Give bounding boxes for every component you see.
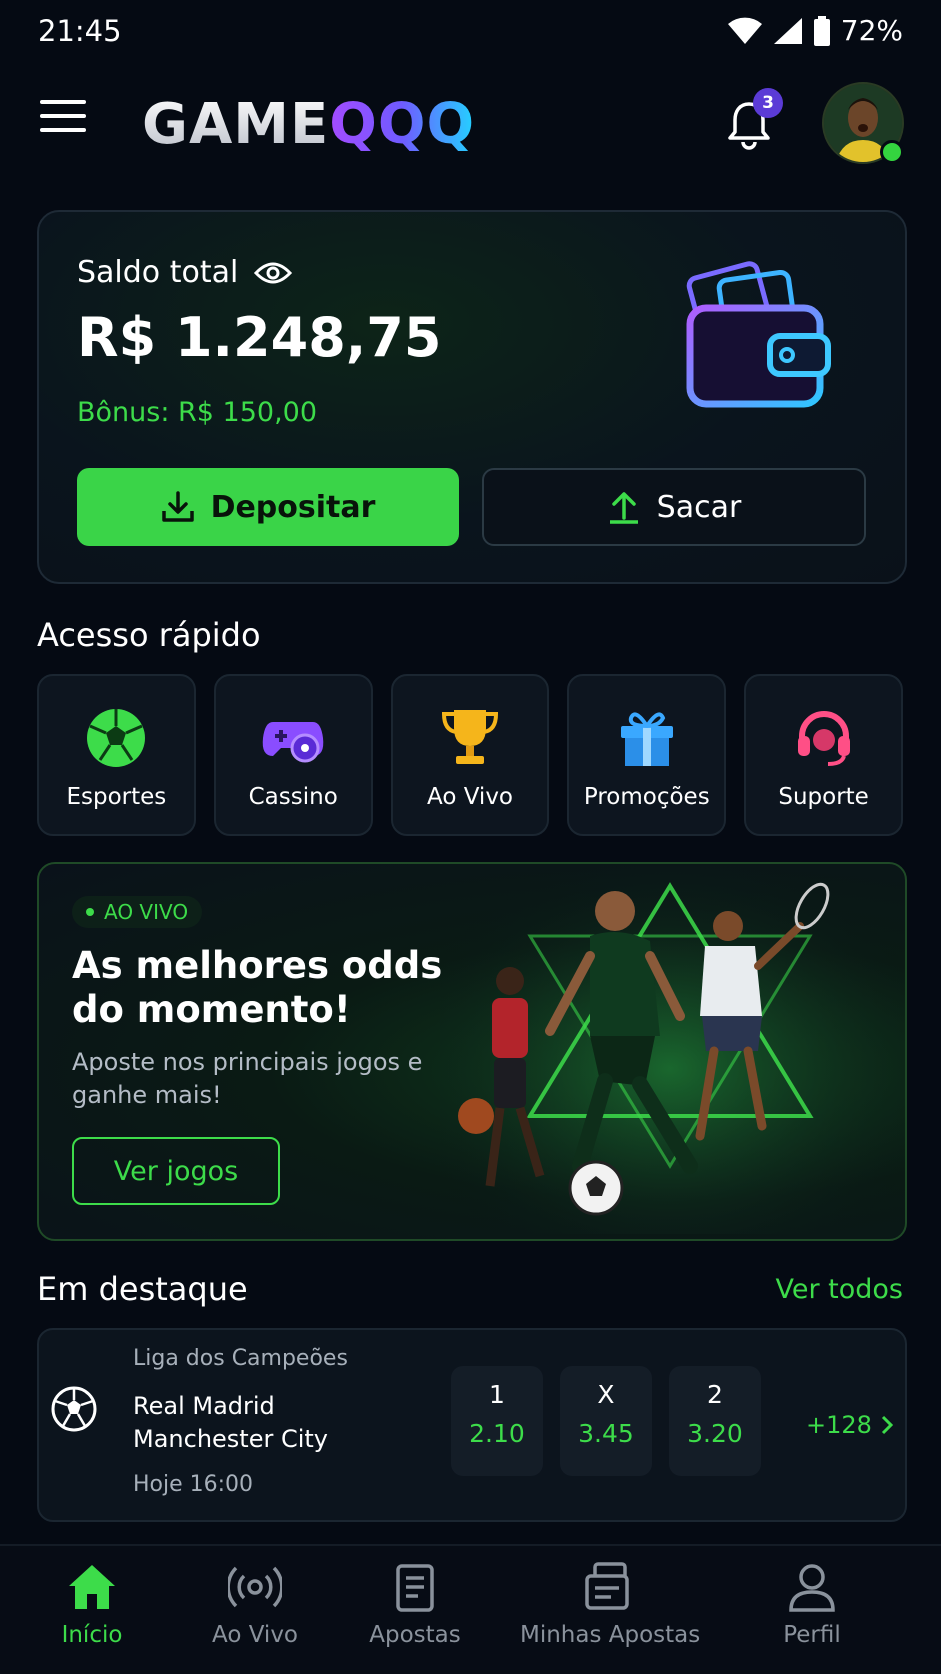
see-all-link[interactable]: Ver todos	[776, 1274, 904, 1305]
withdraw-label: Sacar	[656, 489, 742, 525]
quick-access-title: Acesso rápido	[37, 616, 261, 654]
live-tag: AO VIVO	[72, 896, 203, 928]
odd-label: X	[597, 1380, 615, 1409]
home-icon	[69, 1565, 115, 1609]
odd-label: 2	[707, 1380, 723, 1409]
hamburger-icon	[40, 100, 86, 104]
promo-title: As melhores odds do momento!	[72, 944, 443, 1031]
user-icon	[789, 1564, 835, 1612]
gamepad-icon	[262, 722, 324, 763]
quick-item-live[interactable]: Ao Vivo	[390, 674, 550, 836]
battery-icon	[813, 15, 830, 46]
match-home-team: Real Madrid	[133, 1392, 275, 1420]
live-tag-label: AO VIVO	[104, 900, 189, 924]
quick-item-label: Ao Vivo	[426, 784, 513, 810]
nav-my-bets[interactable]: Minhas Apostas	[520, 1560, 701, 1648]
odd-label: 1	[489, 1380, 505, 1409]
nav-label: Início	[61, 1622, 123, 1648]
nav-live[interactable]: Ao Vivo	[200, 1560, 310, 1648]
match-league: Liga dos Campeões	[133, 1346, 348, 1371]
soccer-ball-icon	[87, 709, 146, 767]
status-indicators: 72%	[727, 14, 903, 47]
quick-access-row: Esportes Cassino Ao Vivo Promoções Supor…	[37, 674, 903, 836]
quick-item-label: Cassino	[248, 784, 338, 810]
nav-label: Perfil	[783, 1622, 841, 1648]
odd-away-button[interactable]: 2 3.20	[669, 1366, 761, 1476]
nav-bets[interactable]: Apostas	[360, 1560, 470, 1648]
notification-count-badge: 3	[753, 88, 783, 118]
quick-item-label: Promoções	[583, 784, 710, 810]
chevron-right-icon	[881, 1415, 894, 1435]
signal-icon	[773, 17, 802, 44]
bonus-value: Bônus: R$ 150,00	[77, 397, 318, 428]
clipboard-icon	[396, 1564, 434, 1612]
download-icon	[161, 491, 194, 522]
gift-icon	[620, 712, 673, 766]
more-markets-count: +128	[806, 1411, 872, 1439]
live-dot-icon	[86, 908, 94, 916]
soccer-ball-icon	[51, 1386, 97, 1432]
odd-value: 3.20	[687, 1419, 743, 1448]
status-time: 21:45	[38, 14, 122, 48]
battery-level: 72%	[840, 14, 903, 47]
app-logo[interactable]: GAME QQQ	[142, 92, 475, 157]
quick-item-label: Suporte	[778, 784, 869, 810]
online-status-dot	[880, 140, 904, 164]
odd-value: 2.10	[469, 1419, 525, 1448]
promo-subtitle: Aposte nos principais jogos e ganhe mais…	[72, 1048, 423, 1109]
match-time: Hoje 16:00	[133, 1472, 254, 1497]
quick-item-label: Esportes	[66, 784, 167, 810]
trophy-icon	[441, 710, 498, 764]
more-markets-link[interactable]: +128	[806, 1411, 894, 1439]
quick-item-promotions[interactable]: Promoções	[567, 674, 727, 836]
quick-item-sports[interactable]: Esportes	[37, 674, 196, 836]
quick-item-support[interactable]: Suporte	[744, 674, 903, 836]
odd-draw-button[interactable]: X 3.45	[560, 1366, 652, 1476]
deposit-label: Depositar	[210, 489, 376, 525]
deposit-button[interactable]: Depositar	[77, 468, 459, 546]
eye-icon[interactable]	[254, 260, 293, 286]
withdraw-button[interactable]: Sacar	[482, 468, 866, 546]
logo-text-game: GAME	[142, 92, 330, 157]
wifi-icon	[727, 17, 762, 44]
broadcast-icon	[228, 1566, 282, 1608]
nav-label: Minhas Apostas	[520, 1622, 701, 1648]
headset-icon	[797, 711, 850, 766]
tickets-icon	[585, 1562, 629, 1610]
wallet-icon	[686, 261, 831, 408]
odd-value: 3.45	[578, 1419, 634, 1448]
see-games-button[interactable]: Ver jogos	[72, 1137, 280, 1205]
nav-label: Apostas	[369, 1622, 461, 1648]
nav-profile[interactable]: Perfil	[760, 1560, 864, 1648]
match-away-team: Manchester City	[133, 1425, 329, 1453]
athletes-illustration	[440, 866, 900, 1234]
nav-label: Ao Vivo	[211, 1622, 298, 1648]
nav-home[interactable]: Início	[40, 1560, 144, 1648]
balance-label-row: Saldo total	[77, 255, 293, 290]
balance-value: R$ 1.248,75	[77, 306, 442, 369]
upload-icon	[609, 492, 638, 524]
odd-home-button[interactable]: 1 2.10	[451, 1366, 543, 1476]
quick-item-casino[interactable]: Cassino	[213, 674, 373, 836]
featured-title: Em destaque	[37, 1270, 248, 1308]
balance-label: Saldo total	[77, 255, 239, 290]
logo-text-qqq: QQQ	[329, 92, 476, 157]
menu-button[interactable]	[40, 100, 86, 140]
